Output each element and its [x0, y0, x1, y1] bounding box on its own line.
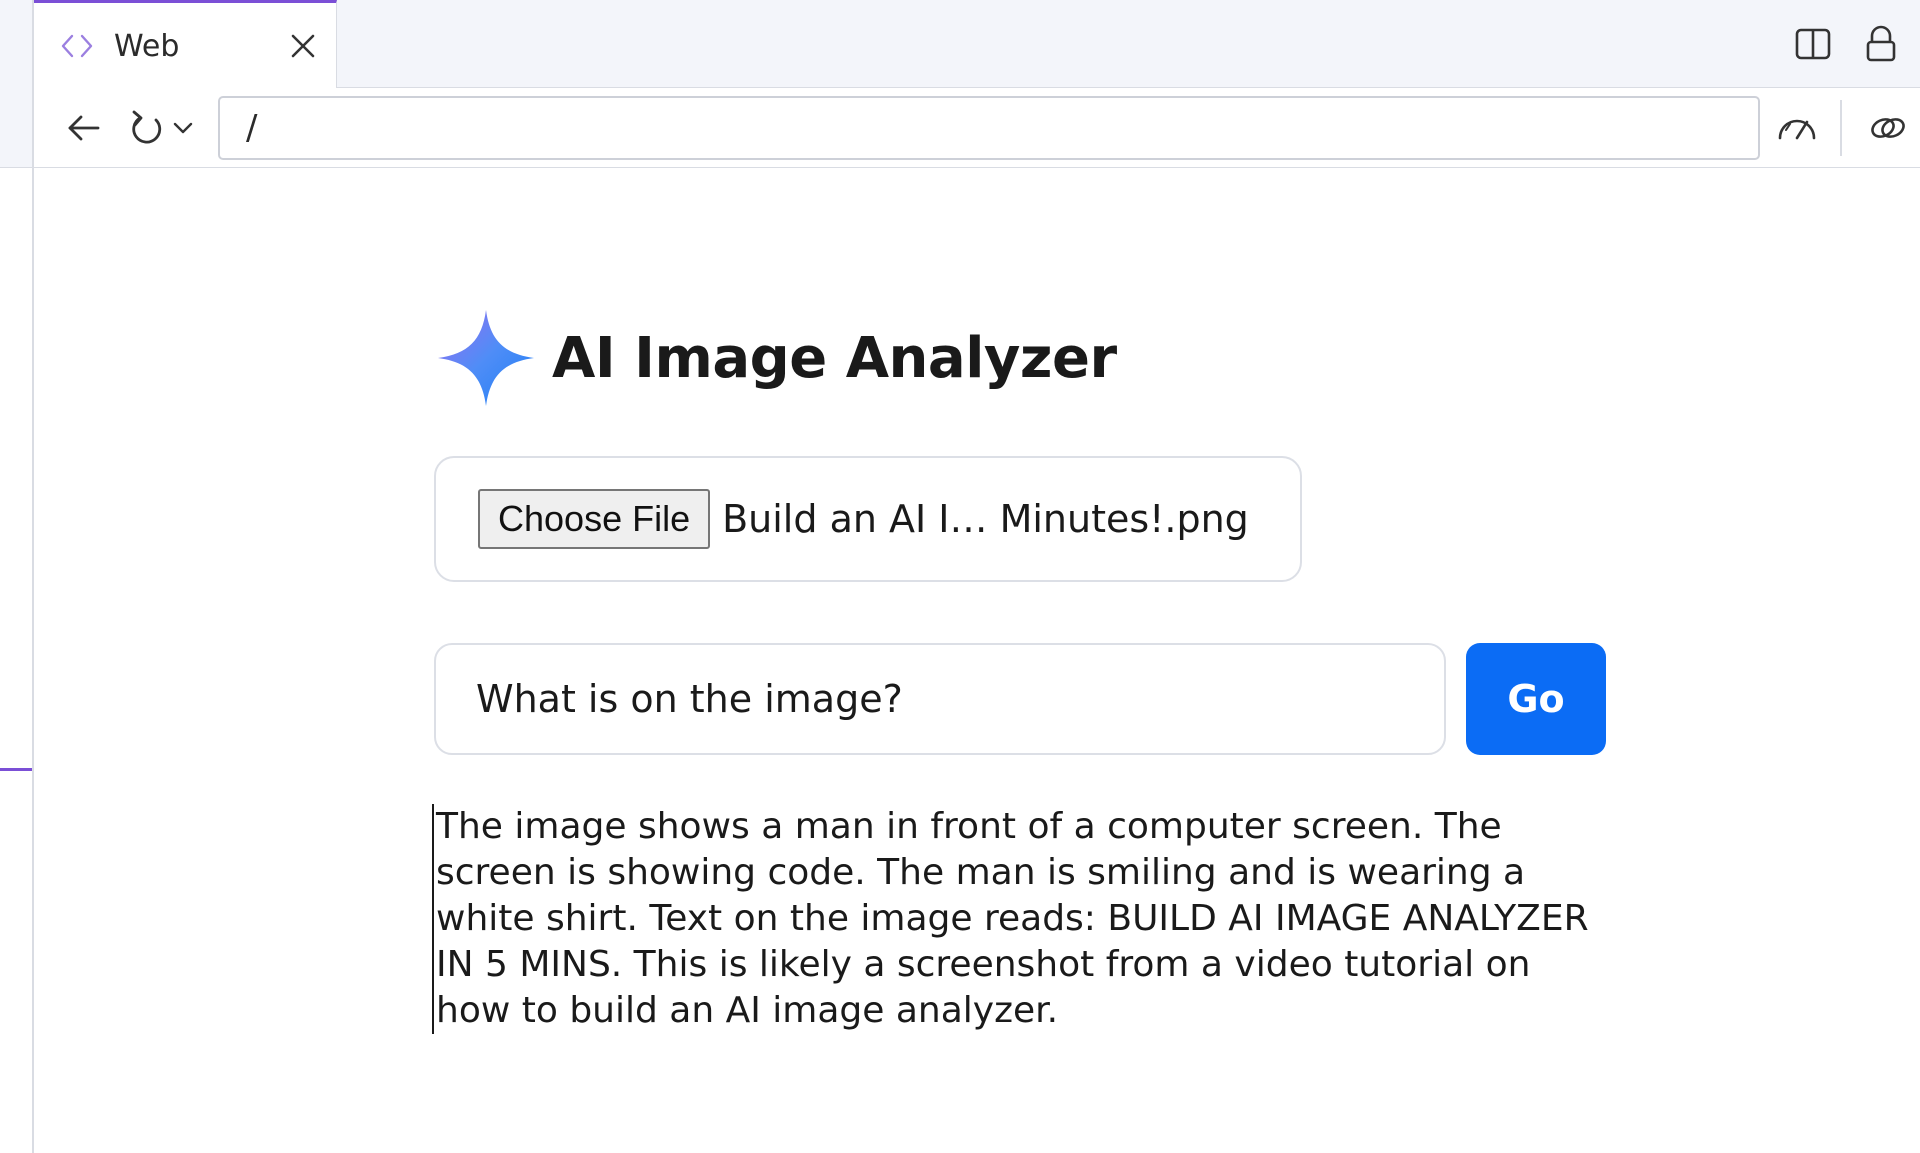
- reload-icon[interactable]: [126, 106, 166, 150]
- go-button[interactable]: Go: [1466, 643, 1606, 755]
- left-panel-active-marker: [0, 768, 32, 771]
- left-side-panel: [0, 0, 34, 1153]
- analysis-result-text: The image shows a man in front of a comp…: [432, 804, 1612, 1034]
- split-view-icon[interactable]: [1794, 24, 1832, 64]
- url-input[interactable]: [218, 96, 1760, 160]
- toolbar-divider: [1840, 100, 1842, 156]
- tab-web[interactable]: Web: [34, 0, 337, 89]
- tab-label: Web: [114, 28, 180, 64]
- page-content: AI Image Analyzer Choose File Build an A…: [34, 168, 1920, 1153]
- question-input[interactable]: [434, 643, 1446, 755]
- code-icon: [61, 34, 93, 58]
- choose-file-button[interactable]: Choose File: [478, 489, 711, 549]
- page-header: AI Image Analyzer: [434, 288, 1117, 428]
- link-icon[interactable]: [1868, 110, 1908, 146]
- page-title: AI Image Analyzer: [552, 325, 1117, 391]
- chevron-down-icon[interactable]: [172, 118, 194, 138]
- left-panel-header: [0, 0, 32, 168]
- back-arrow-icon[interactable]: [64, 110, 104, 146]
- close-icon[interactable]: [288, 31, 318, 61]
- sparkle-icon: [438, 310, 534, 407]
- lock-icon[interactable]: [1862, 24, 1900, 64]
- tab-bar-actions: [1794, 24, 1900, 64]
- navigation-bar: [34, 88, 1920, 168]
- selected-file-name: Build an AI I… Minutes!.png: [722, 497, 1249, 541]
- tab-bar: Web: [34, 0, 1920, 89]
- speedometer-icon[interactable]: [1774, 110, 1820, 146]
- file-upload-box: Choose File Build an AI I… Minutes!.png: [434, 456, 1302, 582]
